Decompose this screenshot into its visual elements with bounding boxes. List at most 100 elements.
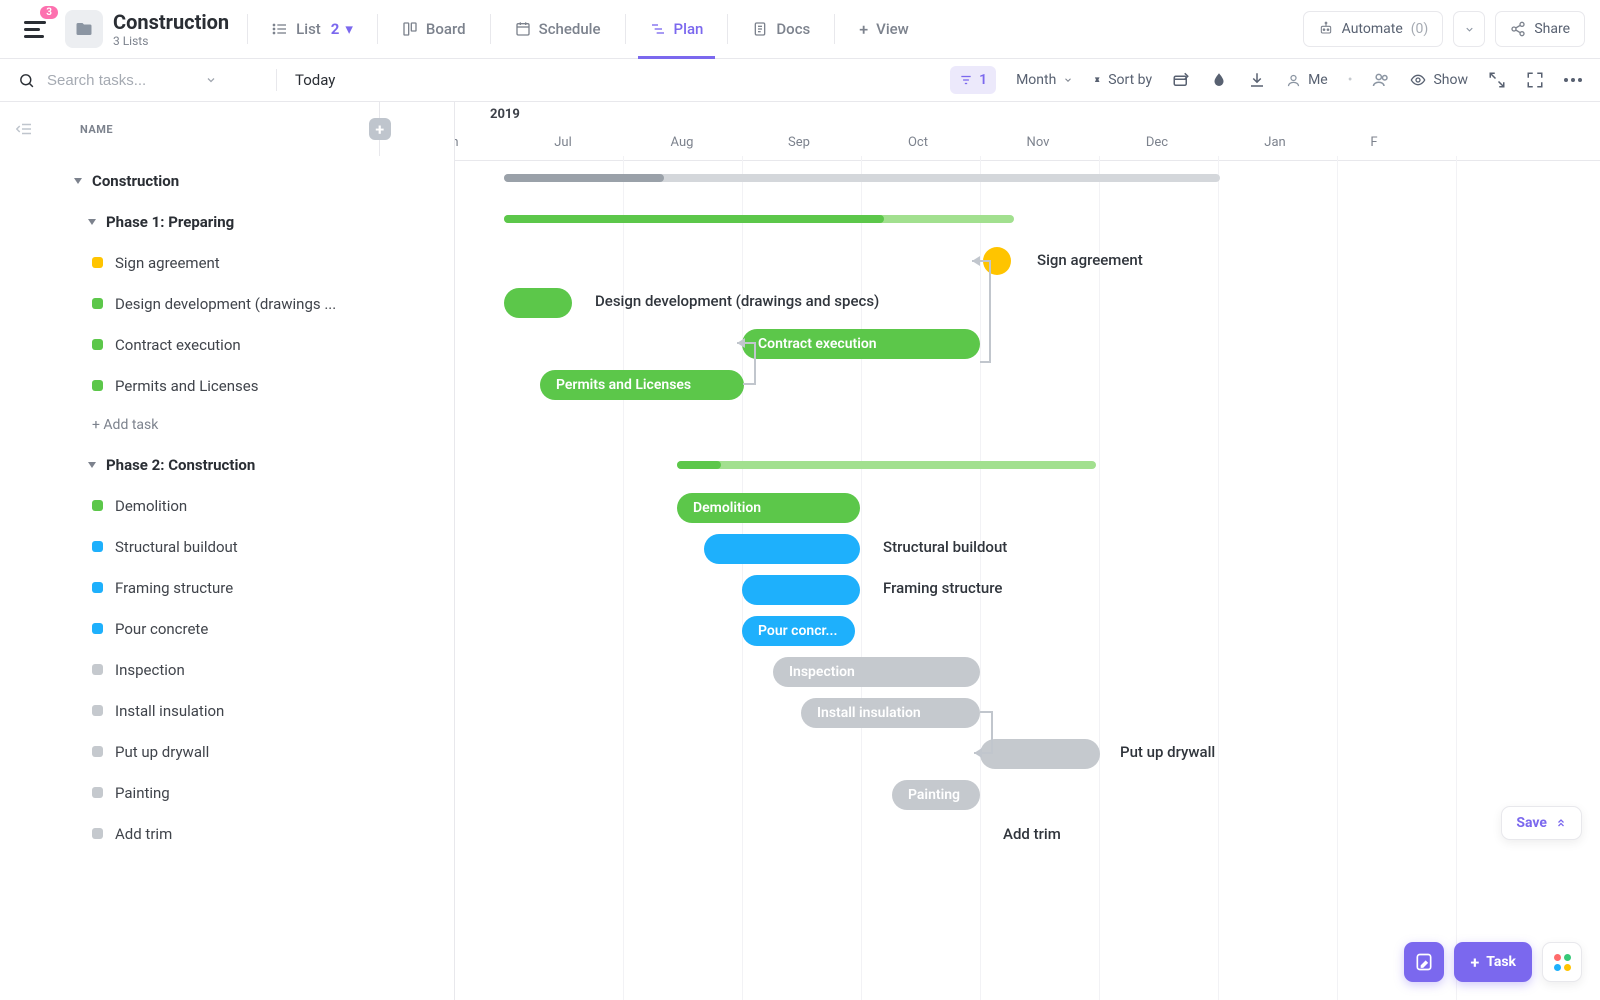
- group-phase2[interactable]: Phase 2: Construction: [0, 444, 454, 485]
- search-caret[interactable]: [205, 74, 217, 86]
- summary-bar-phase2[interactable]: [677, 461, 1096, 469]
- view-board[interactable]: Board: [396, 0, 472, 58]
- bar-label-addtrim: Add trim: [1003, 825, 1061, 843]
- status-square: [92, 623, 103, 634]
- name-column-header: NAME: [80, 123, 113, 136]
- show-button[interactable]: Show: [1410, 72, 1468, 88]
- task-phase2-5[interactable]: Install insulation: [0, 690, 454, 731]
- task-phase2-4[interactable]: Inspection: [0, 649, 454, 690]
- bar-permits[interactable]: Permits and Licenses: [540, 370, 744, 400]
- view-list-label: List: [296, 20, 321, 38]
- row-label: Permits and Licenses: [115, 377, 258, 395]
- group-construction[interactable]: Construction: [0, 160, 454, 201]
- bar-pour[interactable]: Pour concr...: [742, 616, 855, 646]
- bar-insulation[interactable]: Install insulation: [801, 698, 980, 728]
- create-task-button[interactable]: + Task: [1454, 942, 1532, 982]
- apps-button[interactable]: [1542, 942, 1582, 982]
- month-label: F: [1370, 135, 1377, 150]
- group-phase1[interactable]: Phase 1: Preparing: [0, 201, 454, 242]
- zoom-select[interactable]: Month: [1016, 72, 1073, 88]
- color-drop-icon[interactable]: [1210, 71, 1228, 89]
- bar-painting[interactable]: Painting: [892, 780, 980, 810]
- share-icon: [1510, 21, 1526, 37]
- share-button[interactable]: Share: [1495, 11, 1585, 47]
- status-square: [92, 257, 103, 268]
- add-task-button[interactable]: + Add task: [0, 406, 454, 444]
- row-label: Install insulation: [115, 702, 224, 720]
- export-icon[interactable]: [1248, 71, 1266, 89]
- month-label: n: [455, 135, 459, 150]
- automate-button[interactable]: Automate (0): [1303, 11, 1444, 47]
- bar-drywall[interactable]: [980, 739, 1100, 769]
- filter-icon: [959, 73, 973, 87]
- bar-label: Design development (drawings and specs): [595, 292, 879, 310]
- search-input[interactable]: [45, 71, 195, 90]
- add-view[interactable]: + View: [853, 0, 915, 58]
- task-phase2-1[interactable]: Structural buildout: [0, 526, 454, 567]
- search-wrap: [18, 71, 258, 90]
- status-square: [92, 664, 103, 675]
- assignees-icon[interactable]: [1372, 71, 1390, 89]
- automate-caret[interactable]: [1453, 11, 1485, 47]
- fullscreen-icon[interactable]: [1526, 71, 1544, 89]
- add-view-label: View: [876, 20, 909, 38]
- bar-framing[interactable]: [742, 575, 860, 605]
- task-phase2-3[interactable]: Pour concrete: [0, 608, 454, 649]
- sort-button[interactable]: ▲▼ Sort by: [1093, 72, 1152, 88]
- note-icon: [1414, 952, 1434, 972]
- status-square: [92, 828, 103, 839]
- save-view-button[interactable]: Save: [1501, 806, 1582, 840]
- eye-icon: [1410, 72, 1426, 88]
- view-list[interactable]: List 2 ▾: [266, 0, 359, 58]
- row-label: Painting: [115, 784, 170, 802]
- task-phase2-6[interactable]: Put up drywall: [0, 731, 454, 772]
- chevron-down-icon: ▾: [345, 20, 353, 38]
- month-label: Jul: [554, 135, 572, 150]
- folder-icon: [65, 10, 103, 48]
- add-column-button[interactable]: +: [369, 118, 391, 140]
- bar-structural[interactable]: [704, 534, 860, 564]
- status-square: [92, 787, 103, 798]
- view-schedule-label: Schedule: [539, 20, 601, 38]
- more-menu[interactable]: [1564, 78, 1582, 82]
- row-label: Design development (drawings ...: [115, 295, 336, 313]
- view-plan[interactable]: Plan: [644, 0, 710, 58]
- view-docs-label: Docs: [776, 20, 810, 38]
- view-schedule[interactable]: Schedule: [509, 0, 607, 58]
- notepad-button[interactable]: [1404, 942, 1444, 982]
- task-phase2-2[interactable]: Framing structure: [0, 567, 454, 608]
- view-docs[interactable]: Docs: [746, 0, 816, 58]
- bar-design[interactable]: [504, 288, 572, 318]
- person-icon: [1286, 73, 1301, 88]
- notification-badge: 3: [38, 4, 60, 21]
- folder-title[interactable]: Construction: [113, 10, 229, 34]
- filter-chip[interactable]: 1: [950, 66, 996, 94]
- task-phase1-0[interactable]: Sign agreement: [0, 242, 454, 283]
- bar-inspection[interactable]: Inspection: [773, 657, 980, 687]
- collapse-icon[interactable]: [1488, 71, 1506, 89]
- month-label: Sep: [788, 135, 810, 150]
- status-square: [92, 339, 103, 350]
- reschedule-icon[interactable]: [1172, 71, 1190, 89]
- task-phase1-1[interactable]: Design development (drawings ...: [0, 283, 454, 324]
- status-square: [92, 298, 103, 309]
- bar-demolition[interactable]: Demolition: [677, 493, 860, 523]
- task-phase1-2[interactable]: Contract execution: [0, 324, 454, 365]
- bar-contract[interactable]: Contract execution: [742, 329, 980, 359]
- milestone-sign[interactable]: [983, 247, 1011, 275]
- me-filter[interactable]: Me: [1286, 72, 1328, 88]
- chevron-down-icon: [74, 178, 82, 184]
- task-phase2-7[interactable]: Painting: [0, 772, 454, 813]
- row-label: Phase 1: Preparing: [106, 213, 234, 231]
- task-phase2-8[interactable]: Add trim: [0, 813, 454, 854]
- view-board-label: Board: [426, 20, 466, 38]
- collapse-panel-icon[interactable]: [16, 120, 34, 138]
- row-label: Contract execution: [115, 336, 241, 354]
- sidebar-toggle[interactable]: 3: [15, 9, 55, 49]
- folder-subtitle: 3 Lists: [113, 34, 229, 48]
- status-square: [92, 746, 103, 757]
- today-button[interactable]: Today: [295, 71, 335, 89]
- task-phase1-3[interactable]: Permits and Licenses: [0, 365, 454, 406]
- task-phase2-0[interactable]: Demolition: [0, 485, 454, 526]
- plus-icon: +: [859, 20, 868, 39]
